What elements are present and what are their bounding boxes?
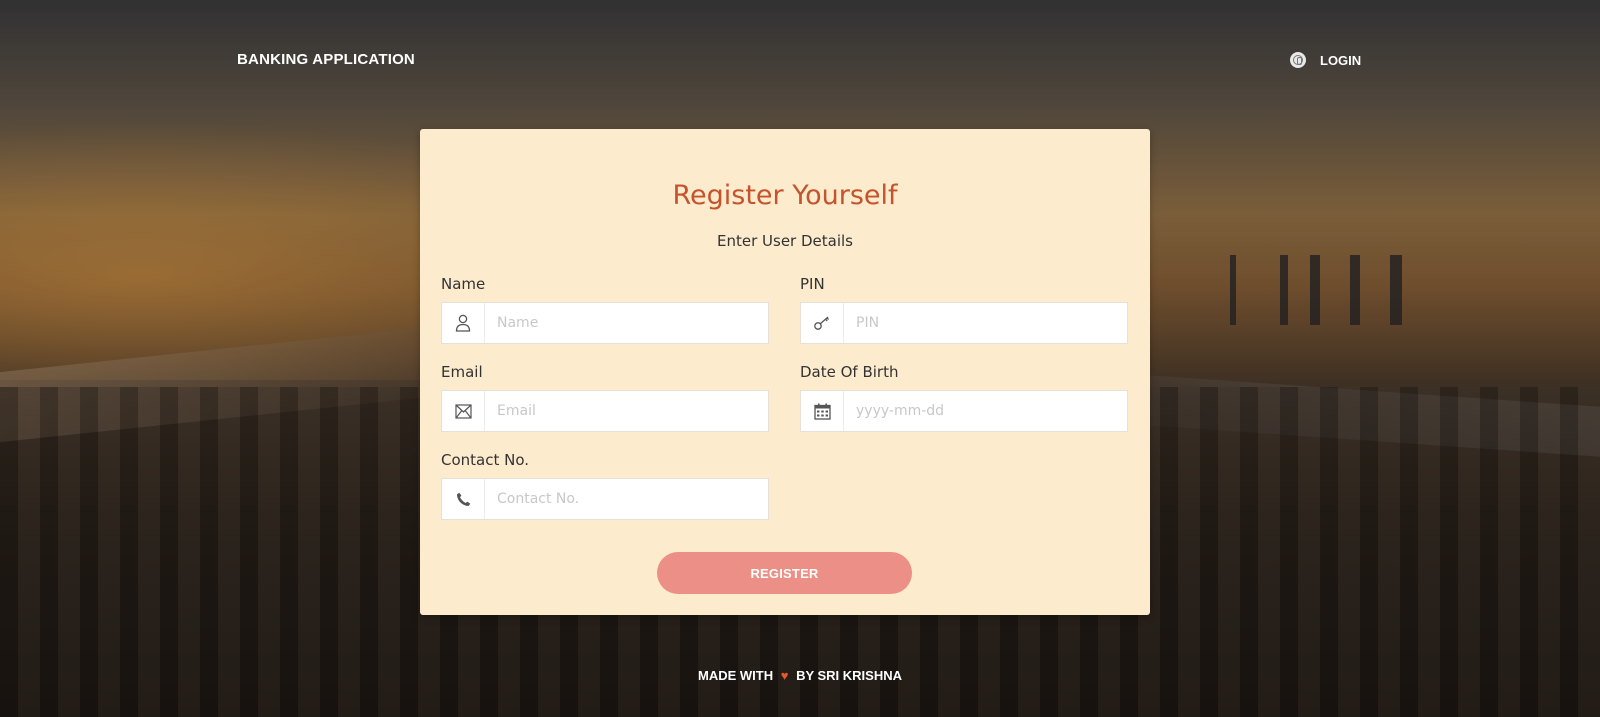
pin-field: PIN — [800, 275, 1128, 344]
heart-icon: ♥ — [780, 668, 789, 683]
register-button[interactable]: REGISTER — [657, 552, 912, 594]
fingerprint-icon — [1290, 52, 1306, 68]
contact-field: Contact No. — [441, 451, 769, 520]
name-field: Name — [441, 275, 769, 344]
user-icon — [442, 303, 485, 343]
envelope-icon — [442, 391, 485, 431]
phone-icon — [442, 479, 485, 519]
register-card: Register Yourself Enter User Details Nam… — [420, 129, 1150, 615]
dob-input-group — [800, 390, 1128, 432]
contact-input-group — [441, 478, 769, 520]
footer-credit: MADE WITH ♥ BY SRI KRISHNA — [0, 668, 1600, 683]
name-input-group — [441, 302, 769, 344]
footer-suffix: BY SRI KRISHNA — [796, 668, 903, 683]
login-link[interactable]: LOGIN — [1290, 52, 1361, 68]
email-input-group — [441, 390, 769, 432]
dob-field: Date Of Birth — [800, 363, 1128, 432]
dob-label: Date Of Birth — [800, 363, 899, 381]
pin-input-group — [800, 302, 1128, 344]
email-field: Email — [441, 363, 769, 432]
contact-input[interactable] — [485, 479, 768, 519]
pin-input[interactable] — [844, 303, 1127, 343]
login-label: LOGIN — [1320, 52, 1362, 68]
name-input[interactable] — [485, 303, 768, 343]
dob-input[interactable] — [844, 391, 1127, 431]
card-subtitle: Enter User Details — [717, 232, 853, 250]
brand-title[interactable]: BANKING APPLICATION — [237, 51, 415, 68]
email-label: Email — [441, 363, 483, 381]
key-icon — [801, 303, 844, 343]
email-input[interactable] — [485, 391, 768, 431]
contact-label: Contact No. — [441, 451, 530, 469]
calendar-icon — [801, 391, 844, 431]
pin-label: PIN — [800, 275, 825, 293]
name-label: Name — [441, 275, 486, 293]
footer-prefix: MADE WITH — [697, 668, 774, 683]
card-title: Register Yourself — [672, 180, 898, 211]
